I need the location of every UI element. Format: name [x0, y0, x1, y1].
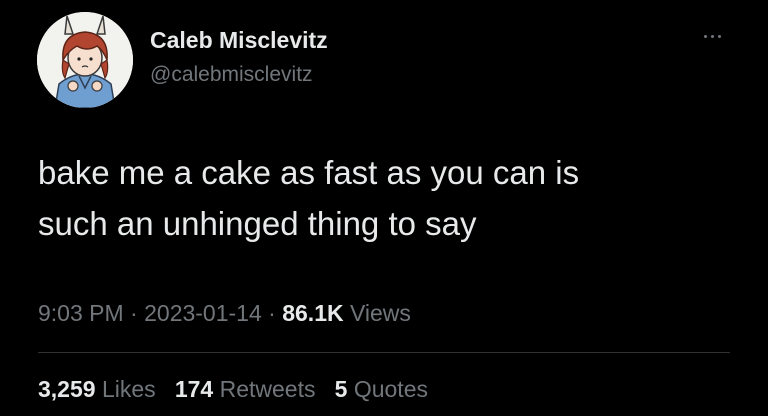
- divider: [38, 352, 730, 353]
- quotes-stat[interactable]: 5 Quotes: [335, 376, 428, 402]
- tweet-meta: 9:03 PM · 2023-01-14 · 86.1K Views: [38, 300, 411, 327]
- avatar[interactable]: [37, 12, 133, 108]
- meta-separator: ·: [268, 300, 276, 326]
- likes-label: Likes: [101, 376, 156, 402]
- avatar-illustration: [37, 12, 133, 108]
- retweets-label: Retweets: [219, 376, 316, 402]
- meta-separator: ·: [130, 300, 138, 326]
- quotes-label: Quotes: [353, 376, 428, 402]
- views-count: 86.1K: [282, 300, 344, 326]
- tweet-card: Caleb Misclevitz @calebmisclevitz bake m…: [0, 0, 768, 416]
- retweets-stat[interactable]: 174 Retweets: [175, 376, 322, 402]
- tweet-date[interactable]: 2023-01-14: [144, 300, 262, 326]
- tweet-text: bake me a cake as fast as you can is suc…: [38, 147, 738, 249]
- likes-count: 3,259: [38, 376, 96, 402]
- tweet-time[interactable]: 9:03 PM: [38, 300, 124, 326]
- tweet-text-line: such an unhinged thing to say: [38, 205, 477, 242]
- more-dot: [710, 34, 714, 38]
- quotes-count: 5: [334, 376, 348, 402]
- tweet-stats: 3,259 Likes 174 Retweets 5 Quotes: [38, 376, 428, 403]
- likes-stat[interactable]: 3,259 Likes: [38, 376, 162, 402]
- more-options-icon[interactable]: [692, 26, 732, 46]
- more-dot: [703, 34, 707, 38]
- author-handle[interactable]: @calebmisclevitz: [150, 63, 313, 87]
- author-name[interactable]: Caleb Misclevitz: [150, 27, 328, 54]
- more-dot: [717, 34, 721, 38]
- views-label: Views: [349, 300, 411, 326]
- tweet-text-line: bake me a cake as fast as you can is: [38, 154, 580, 191]
- retweets-count: 174: [174, 376, 214, 402]
